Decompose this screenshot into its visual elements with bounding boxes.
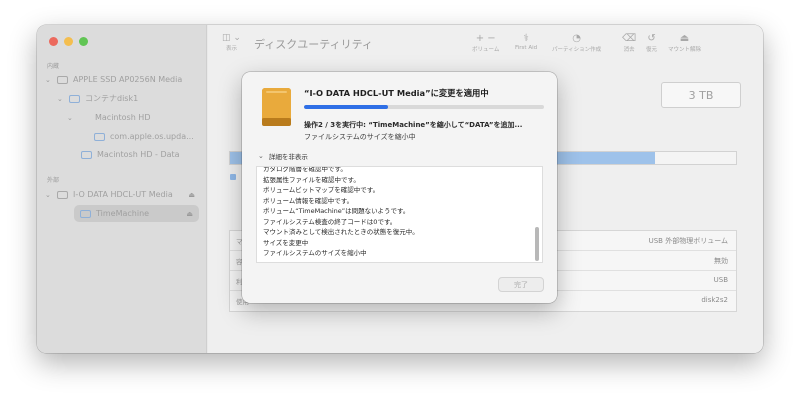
eject-icon[interactable]: ⏏ — [188, 191, 195, 199]
log-line: マウント済みとして検出されたときの状態を復元中。 — [263, 228, 419, 236]
operation-status: 操作2 / 3を実行中: “TimeMachine”を縮小して“DATA”を追加… — [304, 121, 523, 129]
container-icon — [69, 94, 80, 103]
first-aid-button-label: First Aid — [515, 45, 538, 51]
sidebar-item-iodata-media[interactable]: ⌄ I-O DATA HDCL-UT Media ⏏ — [45, 186, 201, 203]
chevron-down-icon[interactable]: ⌄ — [57, 95, 64, 103]
partition-button-label: パーティション作成 — [552, 47, 602, 53]
sidebar-item-label: TimeMachine — [96, 209, 150, 218]
chevron-down-icon[interactable]: ⌄ — [67, 114, 74, 122]
progress-bar-fill — [304, 105, 388, 109]
stethoscope-icon: ⚕ — [523, 33, 529, 44]
first-aid-button[interactable]: ⚕ First Aid — [515, 33, 537, 51]
add-remove-icon: + − — [475, 33, 496, 44]
apply-changes-sheet: “I-O DATA HDCL-UT Media”に変更を適用中 操作2 / 3を… — [242, 72, 557, 303]
chevron-down-icon[interactable]: ⌄ — [45, 76, 52, 84]
volume-icon — [81, 150, 92, 159]
info-value: disk2s2 — [701, 296, 728, 304]
sidebar-item-label: Macintosh HD — [95, 113, 151, 122]
log-line: サイズを変更中 — [263, 238, 309, 247]
sidebar-item-label: I-O DATA HDCL-UT Media — [73, 190, 173, 199]
hide-details-label: 詳細を非表示 — [268, 153, 308, 161]
pie-icon: ◔ — [572, 33, 581, 44]
log-line: ボリュームビットマップを確認中です。 — [263, 186, 380, 194]
info-value: USB 外部物理ボリューム — [648, 237, 728, 245]
capacity-display: 3 TB — [661, 82, 741, 108]
log-lines: カタログ階層を確認中です。拡張属性ファイルを確認中です。ボリュームビットマップを… — [263, 166, 528, 259]
toolbar: ◫ ⌄ 表示 ディスクユーティリティ + − ボリューム ⚕ First Aid… — [208, 25, 763, 63]
close-window-button[interactable] — [49, 37, 58, 46]
sidebar-item-container-disk1[interactable]: ⌄ コンテナdisk1 — [57, 90, 138, 107]
log-line: カタログ階層を確認中です。 — [263, 166, 347, 173]
zoom-window-button[interactable] — [79, 37, 88, 46]
drive-icon — [57, 190, 68, 199]
info-value: USB — [713, 276, 728, 284]
external-disk-icon — [262, 88, 291, 126]
log-scrollbar[interactable] — [535, 227, 539, 261]
chevron-down-icon[interactable]: ⌄ — [45, 191, 52, 199]
erase-icon: ⌫ — [622, 33, 637, 44]
sidebar-section-external: 外部 — [47, 177, 60, 184]
unmount-button-label: マウント解除 — [668, 47, 702, 53]
progress-bar — [304, 105, 544, 109]
sidebar-item-snapshot[interactable]: com.apple.os.upda... — [94, 128, 194, 145]
view-button[interactable]: ◫ ⌄ 表示 — [222, 33, 241, 52]
log-line: ファイルシステムのサイズを縮小中 — [263, 249, 367, 257]
sidebar: 内蔵 ⌄ APPLE SSD AP0256N Media ⌄ コンテナdisk1… — [37, 25, 207, 353]
erase-button[interactable]: ⌫ 消去 — [622, 33, 636, 53]
volume-icon — [80, 209, 91, 218]
done-button[interactable]: 完了 — [498, 277, 544, 292]
sidebar-item-label: APPLE SSD AP0256N Media — [73, 75, 183, 84]
sidebar-item-label: com.apple.os.upda... — [110, 132, 194, 141]
legend-swatch — [230, 174, 236, 180]
eject-icon[interactable]: ⏏ — [186, 210, 193, 218]
info-value: 無効 — [714, 257, 728, 265]
hide-details-toggle[interactable]: ⌄ 詳細を非表示 — [258, 151, 308, 161]
unmount-button[interactable]: ⏏ マウント解除 — [668, 33, 701, 53]
volume-button[interactable]: + − ボリューム — [472, 33, 499, 53]
sidebar-section-internal: 内蔵 — [47, 63, 60, 70]
log-line: 拡張属性ファイルを確認中です。 — [263, 175, 360, 184]
restore-button-label: 復元 — [646, 47, 658, 53]
minimize-window-button[interactable] — [64, 37, 73, 46]
unmount-icon: ⏏ — [679, 33, 690, 44]
log-line: ボリューム“TimeMachine”は問題ないようです。 — [263, 207, 410, 215]
log-line: ファイルシステム検査の終了コードは0です。 — [263, 217, 397, 226]
sidebar-item-macintosh-hd[interactable]: ⌄ Macintosh HD — [67, 109, 150, 126]
sheet-title: “I-O DATA HDCL-UT Media”に変更を適用中 — [304, 88, 489, 98]
window-title: ディスクユーティリティ — [254, 38, 373, 51]
restore-button[interactable]: ↺ 復元 — [646, 33, 657, 53]
sidebar-item-macintosh-hd-data[interactable]: Macintosh HD - Data — [81, 146, 180, 163]
partition-button[interactable]: ◔ パーティション作成 — [552, 33, 601, 53]
chevron-down-icon: ⌄ — [258, 152, 264, 160]
restore-icon: ↺ — [647, 33, 656, 44]
volume-button-label: ボリューム — [472, 47, 500, 53]
drive-icon — [57, 75, 68, 84]
window-controls — [49, 37, 88, 46]
operation-substatus: ファイルシステムのサイズを縮小中 — [304, 133, 416, 141]
log-line: ボリューム情報を確認中です。 — [263, 196, 354, 205]
sidebar-toggle-icon: ◫ ⌄ — [222, 33, 241, 43]
sidebar-item-timemachine[interactable]: TimeMachine ⏏ — [74, 205, 199, 222]
sidebar-item-label: コンテナdisk1 — [85, 94, 139, 103]
sidebar-item-apple-ssd[interactable]: ⌄ APPLE SSD AP0256N Media — [45, 71, 182, 88]
details-log[interactable]: カタログ階層を確認中です。拡張属性ファイルを確認中です。ボリュームビットマップを… — [256, 166, 543, 263]
sidebar-item-label: Macintosh HD - Data — [97, 150, 180, 159]
view-button-label: 表示 — [225, 46, 237, 52]
erase-button-label: 消去 — [623, 47, 635, 53]
volume-icon — [94, 132, 105, 141]
